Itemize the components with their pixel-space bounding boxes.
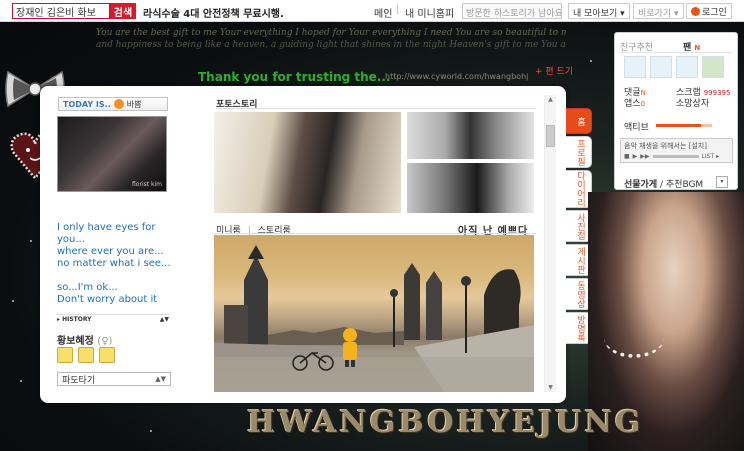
owner-name-text: 황보혜정 <box>57 336 94 347</box>
paddy-select-label: 파도타기 <box>62 375 96 386</box>
board-scrollbar[interactable]: ▲ ▼ <box>544 95 556 392</box>
music-controls: ■ ▶ ▶▶ LIST ▸ <box>621 153 732 160</box>
intro-line: so...I'm ok... <box>57 282 118 293</box>
intro-line: you... <box>57 234 85 245</box>
comment-new-badge: N <box>640 89 646 97</box>
owner-name[interactable]: 황보혜정 (♀) <box>57 332 112 347</box>
history-label: ▸ HISTORY <box>57 316 92 323</box>
photo-story-thumb[interactable] <box>407 112 534 159</box>
news-link[interactable]: 라식수술 4대 안전정책 무료시행. <box>143 5 284 20</box>
login-icon <box>691 6 700 16</box>
intro-line: no matter what i see... <box>57 258 171 269</box>
top-bar: 검색 라식수술 4대 안전정책 무료시행. 메인 | 내 미니홈피 방문한 히스… <box>0 0 744 22</box>
intro-line: I only have eyes for <box>57 222 156 233</box>
activity-label: 액티브 <box>624 123 649 133</box>
star-decoration <box>150 430 152 432</box>
stats-right: 스크랩 999395 소망상자 <box>676 88 730 110</box>
today-mood-box: TODAY IS.. 바쁨 <box>58 97 168 111</box>
scroll-thumb[interactable] <box>546 125 555 147</box>
tab-profile[interactable]: 프로필 <box>566 136 592 168</box>
apps-stat[interactable]: 앱스0 <box>624 99 646 110</box>
scrap-count: 999395 <box>703 89 731 97</box>
intro-gap <box>57 270 172 282</box>
apps-label: 앱스 <box>624 99 641 109</box>
gift-shop-label: 선물가게 <box>624 180 658 190</box>
mood-face-icon <box>113 99 124 109</box>
intro-line: where ever you are... <box>57 246 164 257</box>
divider <box>214 233 536 234</box>
divider <box>216 108 536 109</box>
scrap-stat[interactable]: 스크랩 999395 <box>676 88 730 99</box>
hompy-url: http://www.cyworld.com/hwangbohj <box>385 72 529 81</box>
shortcut-dropdown[interactable]: 비로가기 ▾ <box>633 3 684 19</box>
star-decoration <box>590 60 592 62</box>
music-list-button[interactable]: LIST ▸ <box>702 153 720 160</box>
wish-box-stat[interactable]: 소망상자 <box>676 99 730 110</box>
star-decoration <box>30 240 32 242</box>
profile-intro: I only have eyes for you... where ever y… <box>57 222 172 306</box>
star-decoration <box>20 380 22 382</box>
login-label: 로그인 <box>702 7 727 18</box>
scroll-up-icon[interactable]: ▲ <box>546 95 555 104</box>
avatar[interactable] <box>676 56 698 78</box>
owner-gender: (♀) <box>97 336 113 347</box>
search-input[interactable] <box>12 3 110 19</box>
comment-stat[interactable]: 댓글N <box>624 88 646 99</box>
visited-history-box[interactable]: 방문한 히스토리가 남아요 <box>462 3 562 19</box>
avatar[interactable] <box>624 56 646 78</box>
today-mood[interactable]: 바쁨 <box>127 99 142 110</box>
paddy-select-arrow-icon: ▲▼ <box>155 375 166 383</box>
recommend-avatars <box>624 56 724 78</box>
star-decoration <box>12 300 14 302</box>
stop-icon[interactable]: ■ <box>624 153 630 160</box>
intro-line: Don't worry about it <box>57 294 158 305</box>
apps-badge: 0 <box>640 100 646 108</box>
music-install-notice[interactable]: 음악 재생을 위해서는 [설치] <box>621 139 732 153</box>
nav-minihompy-link[interactable]: 내 미니홈피 <box>405 5 454 20</box>
cyworld-profile-icon[interactable] <box>57 347 73 363</box>
profile-photo-caption: florist kim <box>132 181 162 188</box>
scrolling-message-2: and happiness to being like a heaven, a … <box>96 40 566 50</box>
login-button[interactable]: 로그인 <box>686 3 732 19</box>
nav-main-link[interactable]: 메인 <box>374 5 392 20</box>
pearl-necklace <box>604 318 664 358</box>
scrap-label: 스크랩 <box>676 88 701 98</box>
miniroom-illustration <box>214 245 534 392</box>
camera-icon[interactable] <box>78 347 94 363</box>
bgm-label: / 추천BGM <box>657 180 704 190</box>
my-collection-dropdown[interactable]: 내 모아보기 ▾ <box>568 3 630 19</box>
music-player[interactable]: 음악 재생을 위해서는 [설치] ■ ▶ ▶▶ LIST ▸ <box>620 138 733 163</box>
comment-label: 댓글 <box>624 88 641 98</box>
search-button[interactable]: 검색 <box>110 3 136 19</box>
thankyou-message: Thank you for trusting the... <box>198 70 391 84</box>
play-icon[interactable]: ▶ <box>633 153 638 160</box>
music-progress-bar[interactable] <box>652 155 699 158</box>
gift-shop[interactable]: 선물가게 / 추천BGM <box>624 177 703 190</box>
activity-bar-fill <box>656 124 701 127</box>
skin-title: HWANGBOHYEJUNG <box>247 405 644 440</box>
nav-separator: | <box>396 4 400 15</box>
divider <box>620 52 732 53</box>
photo-story-thumb[interactable] <box>407 163 534 213</box>
today-label: TODAY IS.. <box>63 99 111 109</box>
star-icon[interactable] <box>99 347 115 363</box>
avatar[interactable] <box>702 56 724 78</box>
owner-icons <box>57 347 115 363</box>
scrolling-message: You are the best gift to me Your everyth… <box>96 28 566 38</box>
tab-home[interactable]: 홈 <box>566 108 592 134</box>
next-icon[interactable]: ▶▶ <box>640 153 649 160</box>
fan-new-badge: N <box>694 44 701 52</box>
scroll-down-icon[interactable]: ▼ <box>546 383 555 392</box>
gift-dropdown-icon[interactable]: ▾ <box>716 176 728 188</box>
history-toggle-icon[interactable]: ▲▼ <box>160 316 169 323</box>
paddy-dropdown[interactable]: 파도타기 ▲▼ <box>57 372 171 386</box>
photo-story-main-image[interactable] <box>214 112 401 213</box>
stats-left: 댓글N 앱스0 <box>624 88 646 110</box>
activity-bar <box>656 124 712 127</box>
profile-photo[interactable]: florist kim <box>57 116 167 192</box>
history-bar[interactable]: ▸ HISTORY ▲▼ <box>57 314 169 323</box>
miniroom-scene[interactable] <box>214 235 534 392</box>
paddy-link[interactable]: + 편 드기 <box>535 64 573 77</box>
avatar[interactable] <box>650 56 672 78</box>
